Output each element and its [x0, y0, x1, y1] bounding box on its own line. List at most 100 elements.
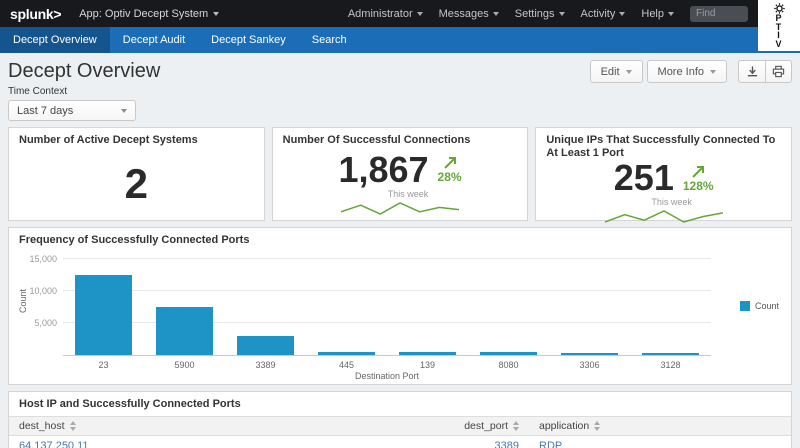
chevron-down-icon	[625, 69, 632, 74]
find-input[interactable]	[690, 5, 748, 22]
kpi-delta: 128%	[682, 178, 714, 193]
sort-icon	[594, 421, 601, 431]
kpi-row: Number of Active Decept Systems 2 Number…	[8, 127, 793, 224]
bar-port-5900[interactable]	[156, 307, 213, 355]
bar-port-3389[interactable]	[237, 335, 294, 355]
x-tick-label: 23	[98, 360, 109, 370]
tab-label: Decept Overview	[13, 34, 97, 46]
download-icon	[747, 66, 757, 77]
column-header-dest-host[interactable]: dest_host	[9, 420, 417, 432]
tab-search[interactable]: Search	[299, 27, 360, 53]
print-icon	[772, 65, 785, 78]
menu-administrator[interactable]: Administrator	[348, 8, 423, 20]
time-range-picker[interactable]: Last 7 days	[8, 100, 136, 121]
tab-label: Search	[311, 34, 347, 46]
panel-title: Number Of Successful Connections	[282, 134, 471, 146]
kpi-body: 2	[9, 147, 264, 220]
x-tick-label: 3389	[255, 360, 276, 370]
more-info-button-label: More Info	[657, 65, 704, 78]
kpi-value: 1,867	[338, 148, 429, 190]
kpi-value: 2	[124, 159, 149, 207]
column-header-application[interactable]: application	[529, 420, 791, 432]
time-context-label: Time Context	[8, 86, 68, 97]
tab-label: Decept Sankey	[211, 34, 286, 46]
optiv-letter: V	[775, 38, 783, 49]
top-bar-right: Administrator Messages Settings Activity…	[348, 5, 748, 22]
sort-icon	[513, 421, 519, 431]
panel-title: Frequency of Successfully Connected Port…	[19, 234, 250, 246]
trend-up-arrow-icon	[692, 165, 705, 178]
kpi-body: 251 128% This week	[536, 160, 791, 224]
panel-title: Unique IPs That Successfully Connected T…	[546, 134, 776, 159]
legend-swatch	[739, 301, 750, 311]
column-header-label: application	[539, 420, 590, 432]
chevron-down-icon	[213, 11, 220, 16]
tab-decept-audit[interactable]: Decept Audit	[110, 27, 198, 53]
x-tick-label: 445	[338, 360, 355, 370]
menu-settings[interactable]: Settings	[515, 8, 565, 20]
menu-messages-label: Messages	[438, 7, 489, 20]
chevron-down-icon	[710, 69, 716, 74]
kpi-value: 251	[613, 157, 674, 198]
bar-port-139[interactable]	[399, 352, 456, 355]
menu-activity[interactable]: Activity	[581, 8, 626, 20]
x-tick-label: 139	[419, 360, 436, 370]
y-tick-label: 10,000	[29, 286, 57, 296]
column-header-label: dest_host	[19, 420, 65, 432]
splunk-logo[interactable]: splunk>	[10, 6, 62, 22]
page-title: Decept Overview	[8, 60, 161, 82]
app-menu-label: App: Optiv Decept System	[79, 7, 209, 20]
sparkline	[604, 210, 723, 223]
edit-button-label: Edit	[600, 65, 620, 78]
legend-item-count[interactable]: Count	[739, 301, 779, 311]
kpi-delta: 28%	[437, 170, 462, 184]
x-tick-label: 5900	[174, 360, 195, 370]
legend-label: Count	[754, 301, 779, 311]
menu-help[interactable]: Help	[641, 8, 674, 20]
menu-settings-label: Settings	[514, 7, 555, 20]
cell-application-link[interactable]: RDP	[529, 440, 791, 448]
menu-messages[interactable]: Messages	[439, 8, 499, 20]
page-header: Decept Overview Edit More Info	[0, 53, 800, 83]
menu-help-label: Help	[641, 7, 664, 20]
x-axis-label: Destination Port	[354, 371, 420, 381]
time-range-value: Last 7 days	[17, 104, 74, 117]
optiv-logo: P T I V	[758, 0, 800, 51]
chevron-down-icon	[668, 11, 674, 16]
y-tick-label: 5,000	[34, 318, 57, 328]
kpi-body: 1,867 28% This week	[273, 147, 528, 220]
tab-decept-sankey[interactable]: Decept Sankey	[198, 27, 299, 53]
print-button[interactable]	[765, 60, 792, 83]
export-button[interactable]	[738, 60, 765, 83]
cell-dest-port-link[interactable]: 3389	[417, 440, 529, 448]
tab-decept-overview[interactable]: Decept Overview	[0, 27, 110, 53]
trend-up-arrow-icon	[443, 157, 456, 169]
header-actions: Edit More Info	[589, 60, 792, 83]
x-tick-label: 3306	[579, 360, 600, 370]
x-ticks: 23 5900 3389 445 139 8080 3306 3128	[63, 360, 711, 370]
bar-port-23[interactable]	[75, 275, 132, 355]
panel-title: Host IP and Successfully Connected Ports	[19, 398, 241, 410]
bar-port-445[interactable]	[318, 351, 375, 355]
bar-port-3128[interactable]	[642, 353, 699, 355]
table-panel-host-ports: Host IP and Successfully Connected Ports…	[8, 391, 792, 448]
export-icon-group	[738, 60, 792, 83]
kpi-caption: This week	[651, 197, 692, 207]
app-menu[interactable]: App: Optiv Decept System	[79, 7, 220, 20]
y-tick-label: 15,000	[29, 254, 57, 264]
time-context: Time Context Last 7 days	[0, 83, 800, 121]
chart-plot: 5,000 10,000 15,000	[29, 254, 711, 356]
menu-activity-label: Activity	[580, 7, 616, 20]
chevron-down-icon	[558, 11, 565, 16]
table-header-row: dest_host dest_port application	[9, 416, 791, 436]
cell-dest-host-link[interactable]: 64.137.250.11	[9, 440, 417, 448]
chevron-down-icon	[121, 108, 127, 113]
column-header-dest-port[interactable]: dest_port	[417, 420, 529, 432]
app-nav-bar: Decept Overview Decept Audit Decept Sank…	[0, 27, 800, 53]
kpi-successful-connections: Number Of Successful Connections 1,867 2…	[271, 127, 529, 221]
bar-port-8080[interactable]	[480, 352, 537, 355]
more-info-button[interactable]: More Info	[646, 60, 727, 83]
bar-port-3306[interactable]	[561, 352, 618, 355]
x-tick-label: 3128	[660, 360, 681, 370]
edit-button[interactable]: Edit	[589, 60, 643, 83]
